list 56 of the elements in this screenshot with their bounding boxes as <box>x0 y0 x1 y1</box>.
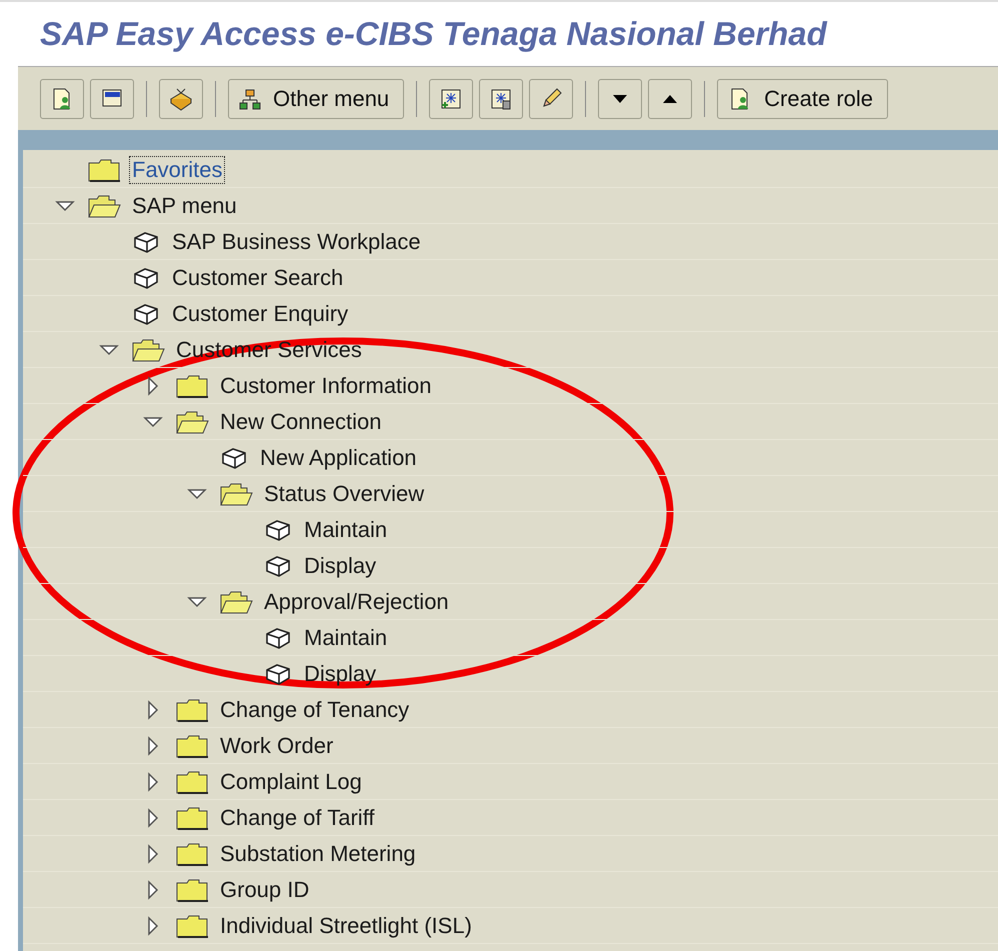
tree-item[interactable]: SAP menu <box>129 192 240 220</box>
tree-item[interactable]: Approval/Rejection <box>261 588 452 616</box>
open-folder-icon <box>87 192 121 218</box>
move-up-button[interactable] <box>648 78 692 118</box>
folder-icon <box>175 732 209 758</box>
user-document-button[interactable] <box>40 78 84 118</box>
pencil-button[interactable] <box>529 78 574 118</box>
cube-icon <box>131 302 161 326</box>
cube-icon <box>263 662 293 686</box>
tree-item[interactable]: Work Order <box>217 732 336 760</box>
tree-item[interactable]: Individual Streetlight (ISL) <box>217 912 475 940</box>
cube-icon <box>263 626 293 650</box>
tree-item[interactable]: Favorites <box>129 156 226 184</box>
folder-icon <box>175 840 209 866</box>
tree-item[interactable]: Status Overview <box>261 480 428 508</box>
folder-icon <box>175 804 209 830</box>
screen-button[interactable] <box>90 78 134 118</box>
delete-button[interactable] <box>479 78 524 118</box>
tree-item[interactable]: Substation Metering <box>217 840 419 868</box>
tree-item[interactable]: Display <box>301 660 380 688</box>
hierarchy-icon <box>239 88 261 110</box>
other-menu-button[interactable]: Other menu <box>228 78 404 118</box>
cube-icon <box>131 266 161 290</box>
cube-icon <box>131 230 161 254</box>
tree-item[interactable]: New Application <box>257 444 420 472</box>
open-folder-icon <box>175 408 209 434</box>
tree-item[interactable]: Maintain <box>301 624 390 652</box>
folder-icon <box>175 912 209 938</box>
add-icon <box>439 86 464 110</box>
tree-item[interactable]: Change of Tenancy <box>217 696 412 724</box>
tree-item[interactable]: Complaint Log <box>217 768 365 796</box>
tree-item[interactable]: Customer Enquiry <box>169 300 352 328</box>
tree-item[interactable]: Group ID <box>217 876 312 904</box>
create-role-button[interactable]: Create role <box>717 78 888 118</box>
add-button[interactable] <box>429 78 474 118</box>
folder-icon <box>87 156 121 182</box>
folder-icon <box>175 768 209 794</box>
tree-item[interactable]: Customer Search <box>169 264 346 292</box>
tree-item[interactable]: Customer Information <box>217 372 435 400</box>
open-folder-icon <box>131 336 165 362</box>
tree-item[interactable]: SAP Business Workplace <box>169 228 424 256</box>
cube-icon <box>263 518 293 542</box>
open-folder-icon <box>219 480 253 506</box>
folder-icon <box>175 696 209 722</box>
open-folder-icon <box>219 588 253 614</box>
tree-item[interactable]: Display <box>301 552 380 580</box>
tree-item[interactable]: New Connection <box>217 408 384 436</box>
tree-item[interactable]: Change of Tariff <box>217 804 378 832</box>
folder-icon <box>175 372 209 398</box>
move-down-button[interactable] <box>598 78 642 118</box>
delete-icon <box>489 86 514 110</box>
cube-icon <box>219 446 249 470</box>
cube-icon <box>263 554 293 578</box>
tree-item[interactable]: Maintain <box>301 516 390 544</box>
window-title: SAP Easy Access e-CIBS Tenaga Nasional Berhad <box>40 15 827 53</box>
folder-icon <box>175 876 209 902</box>
